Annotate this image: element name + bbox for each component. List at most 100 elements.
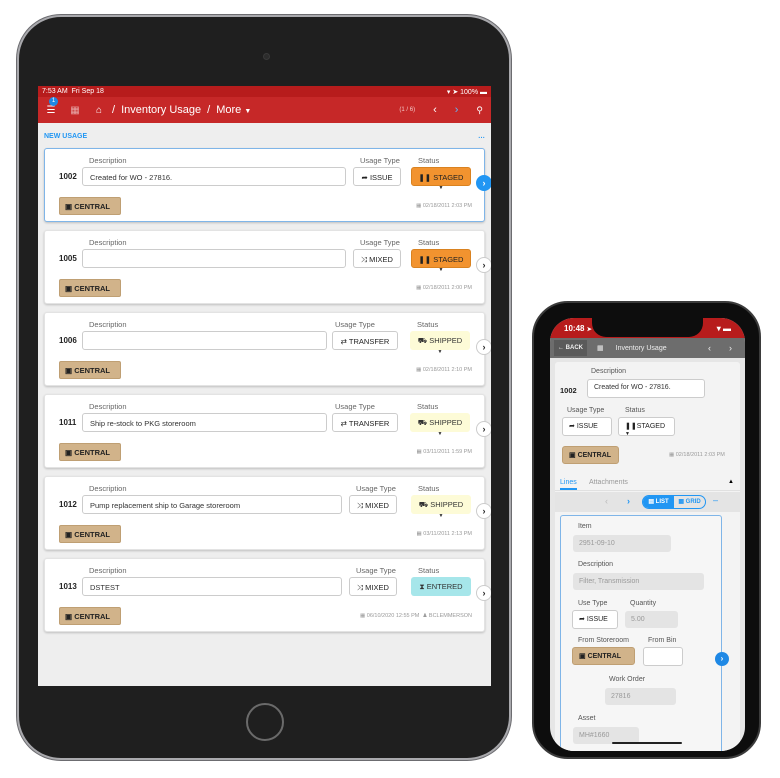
open-record-button[interactable]: › bbox=[476, 339, 491, 355]
usage-type-button[interactable]: ⇄ TRANSFER bbox=[332, 413, 398, 432]
record-date: ▦ 02/18/2011 2:00 PM bbox=[416, 285, 472, 291]
open-record-button[interactable]: › bbox=[476, 503, 491, 519]
tab-attachments[interactable]: Attachments bbox=[589, 479, 628, 486]
search-icon[interactable]: ⚲ bbox=[476, 105, 483, 116]
storeroom-button[interactable]: ▣ CENTRAL bbox=[59, 197, 121, 215]
next-record-button[interactable]: › bbox=[729, 343, 732, 353]
more-options-icon[interactable]: … bbox=[478, 133, 485, 140]
description-label: Description bbox=[89, 238, 127, 247]
prev-record-button[interactable]: ‹ bbox=[708, 343, 711, 353]
status-dropdown[interactable]: ❚❚STAGED ▼ bbox=[618, 417, 675, 437]
next-record-button[interactable]: › bbox=[455, 104, 459, 116]
description-label: Description bbox=[89, 484, 127, 493]
menu-button[interactable]: ☰ 1 bbox=[44, 96, 58, 116]
from-storeroom-button[interactable]: ▣ CENTRAL bbox=[572, 647, 635, 665]
usage-card[interactable]: Description Usage Type Status 1005 ⤨ MIXED ❚❚… bbox=[44, 230, 491, 304]
description-input[interactable]: Ship re-stock to PKG storeroom bbox=[82, 413, 327, 432]
home-indicator[interactable] bbox=[612, 742, 682, 744]
date-value: 06/10/2020 12:55 PM bbox=[366, 613, 420, 619]
status-dropdown[interactable]: ⧗ ENTERED bbox=[411, 577, 471, 596]
line-detail-button[interactable]: › bbox=[715, 652, 729, 666]
description-input[interactable]: Created for WO - 27816. bbox=[587, 379, 705, 398]
item-label: Item bbox=[578, 523, 592, 530]
usage-type-button[interactable]: ➦ ISSUE bbox=[562, 417, 612, 436]
prev-page-icon[interactable]: ‹ bbox=[605, 496, 608, 506]
item-field: 2951-09-10 bbox=[573, 535, 671, 552]
status-dropdown[interactable]: ⛟ SHIPPED ▼ bbox=[410, 331, 470, 355]
usage-type-value: MIXED bbox=[365, 501, 389, 510]
usage-id: 1012 bbox=[59, 500, 77, 509]
date-value: 03/11/2011 1:59 PM bbox=[423, 449, 472, 455]
usage-type-button[interactable]: ➦ ISSUE bbox=[353, 167, 401, 186]
phone-time: 10:48 bbox=[564, 323, 585, 333]
usage-card[interactable]: Description Usage Type Status 1013 DSTEST ⤨ M… bbox=[44, 558, 491, 632]
usage-id: 1013 bbox=[59, 582, 77, 591]
description-input[interactable] bbox=[82, 331, 327, 350]
breadcrumb-more-dropdown[interactable]: More ▼ bbox=[216, 104, 251, 116]
notification-badge: 1 bbox=[49, 96, 58, 106]
home-button[interactable] bbox=[246, 703, 284, 741]
archive-icon: ▣ bbox=[579, 653, 586, 660]
home-icon[interactable]: ⌂ bbox=[92, 105, 106, 116]
usage-card[interactable]: Description Usage Type Status 1002 Created f… bbox=[44, 148, 491, 222]
hourglass-icon: ⧗ bbox=[419, 582, 425, 591]
description-input[interactable]: DSTEST bbox=[82, 577, 342, 596]
status-label: Status bbox=[417, 320, 439, 329]
list-view-icon[interactable]: ▦ bbox=[597, 344, 604, 352]
tab-lines[interactable]: Lines bbox=[560, 479, 577, 490]
status-date: Fri Sep 18 bbox=[71, 88, 104, 95]
storeroom-button[interactable]: ▣ CENTRAL bbox=[59, 361, 121, 379]
status-dropdown[interactable]: ❚❚ STAGED ▼ bbox=[411, 167, 471, 191]
date-value: 02/18/2011 2:00 PM bbox=[422, 285, 472, 291]
status-dropdown[interactable]: ❚❚ STAGED ▼ bbox=[411, 249, 471, 273]
storeroom-button[interactable]: ▣ CENTRAL bbox=[59, 607, 121, 625]
use-type-label: Use Type bbox=[578, 600, 608, 607]
work-order-label: Work Order bbox=[609, 676, 646, 683]
open-record-button[interactable]: › bbox=[476, 585, 491, 601]
list-view-icon[interactable]: ▦ bbox=[68, 105, 82, 116]
collapse-icon[interactable]: ▲ bbox=[728, 479, 734, 485]
status-value: SHIPPED bbox=[429, 418, 463, 427]
archive-icon: ▣ bbox=[65, 530, 73, 539]
description-input[interactable]: Pump replacement ship to Garage storeroo… bbox=[82, 495, 342, 514]
usage-type-button[interactable]: ⤨ MIXED bbox=[349, 495, 397, 514]
open-record-button[interactable]: › bbox=[476, 175, 491, 191]
use-type-button[interactable]: ➦ ISSUE bbox=[572, 610, 618, 629]
back-button[interactable]: ← BACK bbox=[554, 340, 588, 356]
status-label: Status bbox=[418, 484, 440, 493]
open-record-button[interactable]: › bbox=[476, 257, 491, 273]
usage-type-label: Usage Type bbox=[567, 407, 605, 414]
breadcrumb-inventory-usage[interactable]: Inventory Usage bbox=[121, 104, 201, 116]
archive-icon: ▣ bbox=[65, 202, 73, 211]
phone-screen: 10:48 ➤ ▾ ▬ ← BACK ▦ Inventory Usage ‹ ›… bbox=[550, 318, 745, 751]
description-label: Description bbox=[89, 566, 127, 575]
status-dropdown[interactable]: ⛟ SHIPPED ▼ bbox=[410, 413, 470, 437]
storeroom-button[interactable]: ▣ CENTRAL bbox=[562, 446, 619, 464]
storeroom-button[interactable]: ▣ CENTRAL bbox=[59, 443, 121, 461]
location-icon: ➤ bbox=[586, 326, 592, 333]
from-bin-input[interactable] bbox=[643, 647, 683, 666]
pause-icon: ❚❚ bbox=[418, 173, 432, 182]
collapse-lines-icon[interactable]: – bbox=[713, 495, 718, 505]
next-page-icon[interactable]: › bbox=[627, 496, 630, 506]
phone-nav: ← BACK ▦ Inventory Usage ‹ › bbox=[550, 338, 745, 358]
caret-down-icon: ▼ bbox=[625, 431, 630, 437]
open-record-button[interactable]: › bbox=[476, 421, 491, 437]
grid-toggle[interactable]: ▦ GRID bbox=[674, 496, 705, 508]
list-toggle[interactable]: ▤ LIST bbox=[643, 496, 674, 508]
usage-type-button[interactable]: ⇄ TRANSFER bbox=[332, 331, 398, 350]
usage-card[interactable]: Description Usage Type Status 1011 Ship re-s… bbox=[44, 394, 491, 468]
storeroom-button[interactable]: ▣ CENTRAL bbox=[59, 525, 121, 543]
back-label: BACK bbox=[565, 345, 584, 351]
usage-type-button[interactable]: ⤨ MIXED bbox=[353, 249, 401, 268]
new-usage-link[interactable]: NEW USAGE bbox=[44, 133, 87, 140]
status-dropdown[interactable]: ⛟ SHIPPED ▼ bbox=[411, 495, 471, 519]
calendar-icon: ▦ bbox=[416, 449, 422, 455]
description-input[interactable] bbox=[82, 249, 346, 268]
usage-type-button[interactable]: ⤨ MIXED bbox=[349, 577, 397, 596]
storeroom-button[interactable]: ▣ CENTRAL bbox=[59, 279, 121, 297]
description-input[interactable]: Created for WO - 27816. bbox=[82, 167, 346, 186]
usage-card[interactable]: Description Usage Type Status 1012 Pump repl… bbox=[44, 476, 491, 550]
prev-record-button[interactable]: ‹ bbox=[433, 104, 437, 116]
usage-card[interactable]: Description Usage Type Status 1006 ⇄ TRANSFE… bbox=[44, 312, 491, 386]
